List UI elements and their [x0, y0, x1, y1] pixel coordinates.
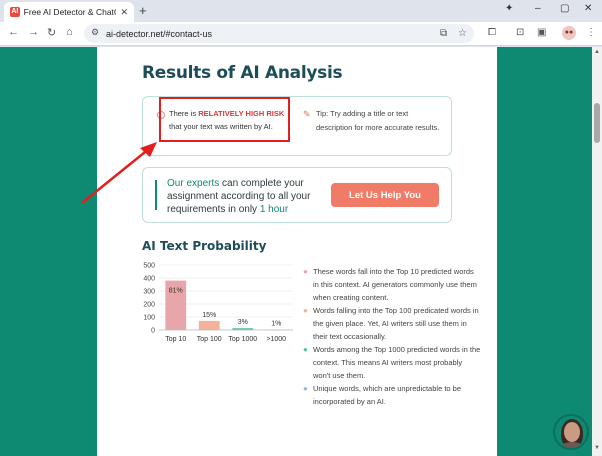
legend-item: ● Words falling into the Top 100 predicat…: [301, 304, 481, 343]
experts-link[interactable]: Our experts: [167, 178, 219, 189]
legend-text: Words falling into the Top 100 predicate…: [313, 306, 479, 341]
data-label: 81%: [169, 288, 183, 295]
risk-highlight-box: [159, 97, 290, 142]
screenshot-icon[interactable]: ⊡: [516, 27, 524, 38]
chart-legend: ● These words fall into the Top 10 predic…: [301, 265, 481, 408]
scroll-down-icon[interactable]: ▼: [594, 445, 600, 451]
legend-item: ● These words fall into the Top 10 predic…: [301, 265, 481, 304]
results-heading: Results of AI Analysis: [142, 63, 343, 83]
menu-icon[interactable]: ⋮: [586, 27, 596, 38]
legend-dot-icon: ●: [303, 306, 308, 315]
gemini-icon[interactable]: ✦: [505, 3, 513, 14]
scroll-up-icon[interactable]: ▲: [594, 49, 600, 55]
probability-chart: 0 100 200 300 400 500 81% Top 10 15% Top 100 3% Top…: [143, 263, 293, 343]
data-label: 3%: [238, 319, 248, 326]
tip-text: Tip: Try adding a title or text descript…: [316, 109, 440, 132]
scroll-thumb[interactable]: [594, 103, 600, 143]
legend-item: ● Unique words, which are unpredictable t…: [301, 382, 481, 408]
page-viewport: Results of AI Analysis There is RELATIVE…: [0, 47, 602, 456]
y-tick-label: 0: [151, 328, 155, 335]
minimize-icon[interactable]: –: [535, 3, 541, 14]
x-tick-label: Top 100: [197, 336, 222, 343]
help-card: Our experts can complete your assignment…: [142, 167, 452, 223]
reload-icon[interactable]: ↻: [47, 26, 56, 39]
close-window-icon[interactable]: ✕: [584, 3, 592, 14]
tab-active[interactable]: AI Free AI Detector & ChatGPT ✕: [4, 2, 134, 22]
tab-strip: AI Free AI Detector & ChatGPT ✕ + ✦ – ▢ …: [0, 0, 602, 22]
tab-title: Free AI Detector & ChatGPT: [23, 7, 117, 17]
home-icon[interactable]: ⌂: [66, 26, 73, 38]
scrollbar[interactable]: ▲ ▼: [592, 47, 602, 456]
forward-icon[interactable]: →: [28, 26, 39, 38]
y-tick-label: 300: [143, 289, 155, 296]
legend-text: Words among the Top 1000 predicted words…: [313, 345, 481, 380]
url-text: ai-detector.net/#contact-us: [106, 28, 213, 39]
sidebar-icon[interactable]: ▣: [537, 27, 546, 38]
bar: [198, 320, 220, 330]
y-tick-label: 100: [143, 315, 155, 322]
extensions-icon[interactable]: ⧠: [488, 27, 496, 38]
legend-dot-icon: ●: [303, 267, 308, 276]
legend-dot-icon: ●: [303, 345, 308, 354]
y-tick-label: 400: [143, 276, 155, 283]
y-tick-label: 200: [143, 302, 155, 309]
accent-bar: [155, 180, 157, 210]
browser-toolbar: ← → ↻ ⌂ ⚙ ai-detector.net/#contact-us ⧉ …: [0, 22, 602, 46]
x-tick-label: >1000: [266, 336, 286, 343]
legend-text: Unique words, which are unpredictable to…: [313, 384, 462, 406]
bookmark-star-icon[interactable]: ☆: [458, 28, 467, 39]
legend-text: These words fall into the Top 10 predict…: [313, 267, 477, 302]
close-tab-icon[interactable]: ✕: [120, 7, 128, 18]
chat-support-avatar[interactable]: [553, 414, 589, 450]
lightbulb-icon: ✎: [303, 109, 311, 119]
help-text: Our experts can complete your assignment…: [167, 177, 327, 216]
risk-card: There is RELATIVELY HIGH RISK that your …: [142, 96, 452, 156]
favicon-icon: AI: [10, 7, 20, 17]
legend-dot-icon: ●: [303, 384, 308, 393]
x-tick-label: Top 10: [165, 336, 186, 343]
let-us-help-button[interactable]: Let Us Help You: [331, 183, 439, 207]
address-bar[interactable]: ⚙ ai-detector.net/#contact-us ⧉ ☆: [84, 24, 474, 43]
y-tick-label: 500: [143, 263, 155, 270]
site-info-icon[interactable]: ⚙: [91, 27, 99, 38]
help-time: 1 hour: [259, 204, 289, 215]
avatar-face: [564, 422, 580, 442]
probability-heading: AI Text Probability: [142, 239, 267, 253]
x-tick-label: Top 1000: [228, 336, 257, 343]
content-panel: Results of AI Analysis There is RELATIVE…: [97, 47, 497, 456]
install-icon[interactable]: ⧉: [440, 28, 447, 39]
new-tab-icon[interactable]: +: [139, 3, 147, 18]
data-label: 15%: [202, 312, 216, 319]
maximize-icon[interactable]: ▢: [560, 3, 569, 14]
back-icon[interactable]: ←: [8, 26, 19, 38]
profile-avatar[interactable]: ●●: [562, 26, 576, 40]
legend-item: ● Words among the Top 1000 predicted word…: [301, 343, 481, 382]
data-label: 1%: [271, 320, 281, 327]
